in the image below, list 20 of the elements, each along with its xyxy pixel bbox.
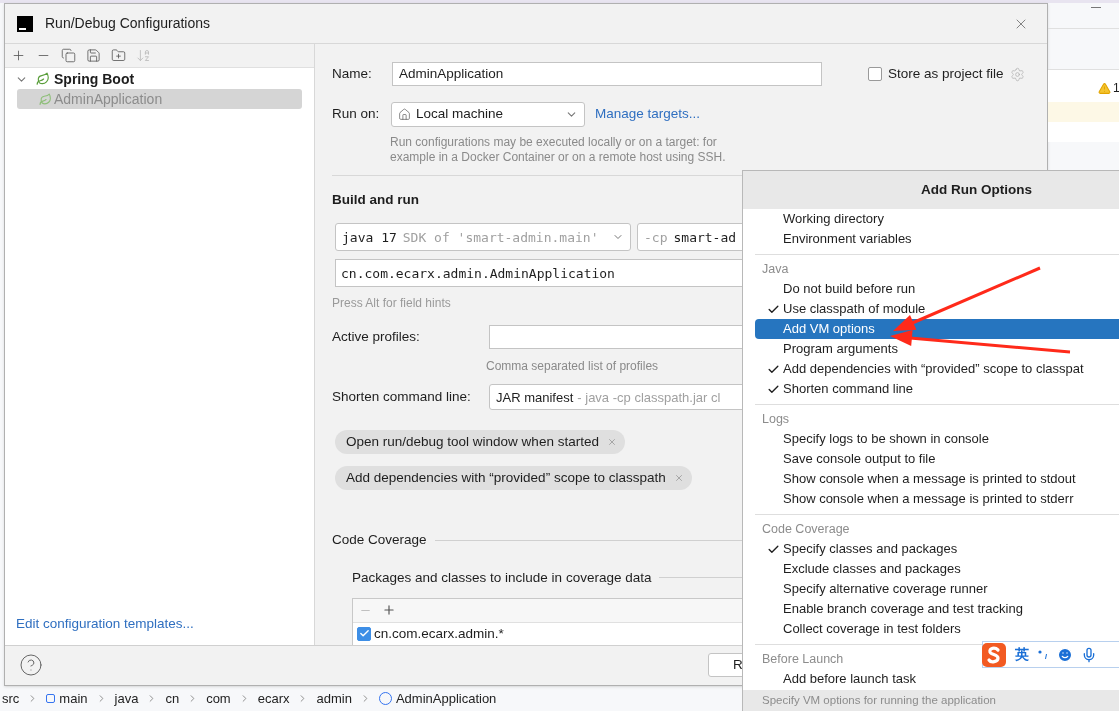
checkbox-label: Store as project file	[888, 65, 1004, 83]
hint-text: Run configurations may be executed locally or on a target: for example in a Docker Container or on a remote host using SSH.	[390, 135, 727, 166]
window-title: Run/Debug Configurations	[45, 14, 210, 34]
field-label: Name:	[332, 65, 373, 83]
hint-text: Comma separated list of profiles	[486, 358, 659, 376]
group-header: Code Coverage	[762, 520, 850, 538]
table-cell-text: cn.com.ecarx.admin.*	[374, 624, 504, 643]
group-header: Before Launch	[762, 650, 844, 668]
warning-count: 1	[1113, 80, 1119, 97]
group-header: Java	[762, 260, 789, 278]
field-label: Run on:	[332, 105, 381, 123]
field-label: Active profiles:	[332, 328, 421, 347]
popup-title: Add Run Options	[921, 180, 1032, 199]
popup-hint: Specify VM options for running the application	[762, 692, 996, 708]
group-header: Logs	[762, 410, 790, 428]
section-title: Code Coverage	[332, 531, 427, 550]
hint-text: Press Alt for field hints	[332, 295, 451, 313]
section-title: Packages and classes to include in coverage data	[352, 568, 652, 587]
section-title: Build and run	[332, 191, 419, 210]
field-label: Shorten command line:	[332, 388, 472, 407]
